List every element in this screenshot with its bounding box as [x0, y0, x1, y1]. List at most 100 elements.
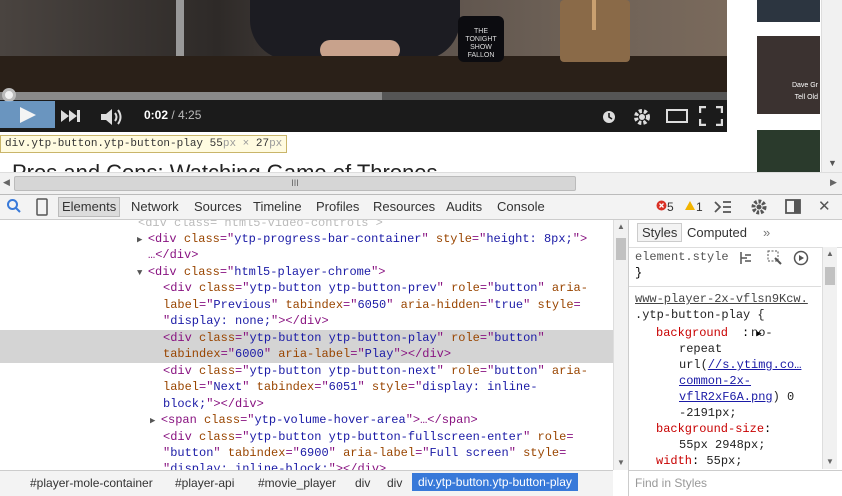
attr-value: Previous: [213, 298, 272, 312]
css-url-link[interactable]: common-2x-: [679, 374, 751, 388]
scroll-left-arrow-icon[interactable]: ◀: [3, 177, 10, 188]
scroll-right-arrow-icon[interactable]: ▶: [830, 177, 837, 188]
console-drawer-icon[interactable]: [714, 200, 732, 217]
attr-value: true: [494, 298, 524, 312]
css-value[interactable]: 55px 2948px;: [679, 438, 765, 452]
dom-tree[interactable]: <div class= html5-video-controls > ▶ <di…: [0, 220, 613, 470]
attr-name: class: [199, 281, 236, 295]
breadcrumb-item[interactable]: div: [355, 476, 370, 490]
theater-mode-icon[interactable]: [666, 109, 688, 126]
tab-computed[interactable]: Computed: [687, 225, 747, 240]
tag: ">: [572, 232, 588, 246]
dom-line[interactable]: ▼ <div class="html5-player-chrome">: [137, 264, 385, 281]
video-frame[interactable]: THE TONIGHT SHOW FALLON: [0, 0, 727, 92]
scroll-up-arrow-icon[interactable]: ▲: [826, 249, 834, 258]
tab-network[interactable]: Network: [131, 199, 179, 214]
rule-selector[interactable]: .ytp-button-play {: [635, 308, 765, 322]
dom-tree-scrollbar[interactable]: ▲ ▼: [613, 220, 628, 470]
warning-count[interactable]: 1: [684, 200, 703, 214]
animations-icon[interactable]: [793, 250, 809, 270]
new-style-rule-icon[interactable]: [739, 250, 755, 270]
search-icon[interactable]: [6, 198, 22, 217]
dom-line[interactable]: label="Previous" tabindex="6050" aria-hi…: [163, 297, 581, 313]
breadcrumb-item[interactable]: #player-mole-container: [30, 476, 153, 490]
tab-timeline[interactable]: Timeline: [253, 199, 302, 214]
page-horizontal-scrollbar[interactable]: ◀ III ▶: [0, 172, 842, 194]
watch-later-icon[interactable]: [602, 110, 616, 127]
css-declaration[interactable]: background-size:: [656, 422, 771, 436]
find-in-styles-input[interactable]: Find in Styles: [628, 470, 842, 496]
css-value[interactable]: url(//s.ytimg.co…: [679, 358, 801, 372]
dom-line[interactable]: <div class="ytp-button ytp-button-fullsc…: [163, 429, 574, 445]
fullscreen-icon[interactable]: [698, 105, 724, 129]
tab-audits[interactable]: Audits: [446, 199, 482, 214]
tooltip-unit-width: px: [222, 138, 237, 150]
browser-window: THE TONIGHT SHOW FALLON 0:02 / 4:25 div.…: [0, 0, 842, 496]
dom-line[interactable]: <div class="ytp-button ytp-button-prev" …: [163, 280, 588, 296]
tab-elements[interactable]: Elements: [58, 197, 121, 217]
settings-gear-icon[interactable]: [750, 198, 768, 219]
settings-gear-icon[interactable]: [632, 107, 652, 130]
scrubber-handle[interactable]: [2, 88, 16, 102]
tab-profiles[interactable]: Profiles: [316, 199, 359, 214]
scroll-up-arrow-icon[interactable]: ▲: [617, 222, 625, 231]
styles-scroll-thumb[interactable]: [825, 267, 835, 285]
toggle-element-state-icon[interactable]: [767, 250, 783, 270]
horizontal-scroll-thumb[interactable]: III: [14, 176, 576, 191]
breadcrumb-item-selected[interactable]: div.ytp-button.ytp-button-play: [412, 473, 578, 491]
related-thumbnail[interactable]: Dave Gr Tell Old: [757, 36, 820, 114]
css-prop-background[interactable]: background: [656, 326, 728, 340]
dock-side-icon[interactable]: [785, 199, 803, 217]
css-url-link[interactable]: vflR2xF6A.png: [679, 390, 773, 404]
dom-line[interactable]: ▶ <span class="ytp-volume-hover-area">…<…: [150, 412, 478, 429]
dom-line[interactable]: block;"></div>: [163, 396, 264, 412]
collapsed-triangle-icon[interactable]: ▶: [150, 416, 161, 426]
page-vertical-scrollbar[interactable]: ▼: [821, 0, 842, 172]
device-mode-icon[interactable]: [36, 198, 48, 219]
attr-name: class: [199, 430, 236, 444]
thumbnail-label: Dave Gr: [791, 82, 818, 89]
dom-line[interactable]: label="Next" tabindex="6051" style="disp…: [163, 379, 538, 395]
more-tabs-chevron-icon[interactable]: »: [763, 225, 770, 240]
error-count[interactable]: 5: [656, 200, 674, 214]
tab-sources[interactable]: Sources: [194, 199, 242, 214]
tab-styles[interactable]: Styles: [637, 223, 683, 242]
dom-line[interactable]: "display: none;"></div>: [163, 313, 329, 329]
tab-console[interactable]: Console: [497, 199, 545, 214]
scroll-down-arrow-icon[interactable]: ▼: [828, 158, 837, 168]
next-icon[interactable]: [60, 109, 82, 126]
breadcrumb-item[interactable]: div: [387, 476, 402, 490]
dom-line[interactable]: ▶ <div class="ytp-progress-bar-container…: [137, 231, 587, 248]
dom-line[interactable]: "button" tabindex="6900" aria-label="Ful…: [163, 445, 566, 461]
dom-line[interactable]: <div class="ytp-button ytp-button-next" …: [163, 363, 588, 379]
expanded-triangle-icon[interactable]: ▼: [137, 268, 148, 278]
dom-line[interactable]: <div class= html5-video-controls >: [138, 220, 383, 231]
styles-scrollbar[interactable]: ▲ ▼: [822, 247, 837, 469]
css-value[interactable]: -2191px;: [679, 406, 737, 420]
collapsed-triangle-icon[interactable]: ▶: [137, 235, 148, 245]
tab-resources[interactable]: Resources: [373, 199, 435, 214]
volume-icon[interactable]: [100, 108, 126, 129]
css-value[interactable]: no-: [751, 326, 773, 340]
scroll-down-arrow-icon[interactable]: ▼: [826, 457, 834, 466]
scroll-down-arrow-icon[interactable]: ▼: [617, 458, 625, 467]
play-icon[interactable]: [17, 106, 39, 127]
attr-value: ytp-progress-bar-container: [234, 232, 422, 246]
css-declaration[interactable]: width: 55px;: [656, 454, 742, 468]
related-thumbnail[interactable]: [757, 130, 820, 172]
dom-line[interactable]: "display: inline-block;"></div>: [163, 461, 386, 470]
breadcrumb-item[interactable]: #player-api: [175, 476, 234, 490]
stylesheet-link[interactable]: www-player-2x-vflsn9Kcw.: [635, 292, 808, 306]
tooltip-times: ×: [236, 138, 256, 150]
dom-line[interactable]: …</div>: [148, 247, 198, 263]
dom-tree-scroll-thumb[interactable]: [616, 238, 626, 260]
breadcrumb-item[interactable]: #movie_player: [258, 476, 336, 490]
css-url-link[interactable]: //s.ytimg.co…: [708, 358, 802, 372]
related-thumbnail[interactable]: [757, 0, 820, 22]
close-icon[interactable]: ✕: [818, 197, 831, 215]
element-style-selector[interactable]: element.style: [635, 250, 729, 264]
css-value[interactable]: repeat: [679, 342, 722, 356]
dom-line-selected[interactable]: <div class="ytp-button ytp-button-play" …: [0, 330, 613, 363]
brace-close: }: [635, 266, 643, 280]
progress-bar[interactable]: [0, 92, 727, 100]
